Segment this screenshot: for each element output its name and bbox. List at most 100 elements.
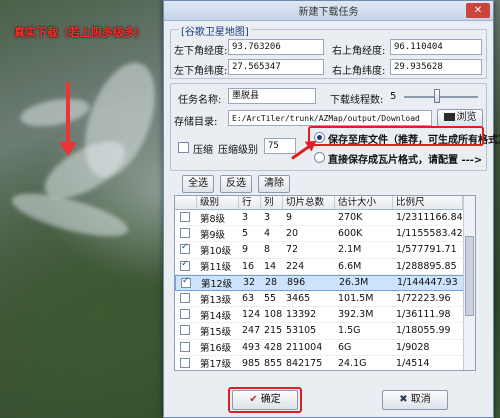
cell-cols: 8 <box>264 244 271 256</box>
row-checkbox-cell <box>175 340 197 355</box>
row-checkbox[interactable] <box>180 325 190 336</box>
ur-lon-label: 右上角经度: <box>332 46 386 57</box>
ll-lon-field[interactable]: 93.763206 <box>228 39 324 55</box>
cell-tiles: 842175 <box>286 357 323 369</box>
table-row[interactable]: 第16级 493 428 211004 6G 1/9028 <box>175 340 475 356</box>
col-header[interactable]: 估计大小 <box>335 196 393 209</box>
cell-scale: 1/72223.96 <box>396 293 451 305</box>
cell-tiles: 9 <box>286 212 293 224</box>
cell-tiles: 72 <box>286 244 299 256</box>
cell-rows: 124 <box>242 309 261 321</box>
table-header: 级别 行 列 切片总数 估计大小 比例尺 <box>175 196 475 210</box>
cell-cols: 108 <box>264 309 283 321</box>
cancel-icon: ✖ <box>399 394 408 405</box>
table-row[interactable]: 第13级 63 55 3465 101.5M 1/72223.96 <box>175 291 475 308</box>
cell-tiles: 13392 <box>286 309 317 321</box>
cell-size: 6.6M <box>338 260 362 272</box>
row-checkbox-cell <box>175 210 197 225</box>
ll-lat-label: 左下角纬度: <box>174 66 228 77</box>
cell-cols: 215 <box>264 325 283 337</box>
ur-lat-field[interactable]: 29.935628 <box>390 59 482 75</box>
threads-slider-track[interactable] <box>404 96 478 98</box>
cell-cols: 4 <box>264 228 271 240</box>
map-annotation-text: 真实下载（若上限多级多） <box>14 26 146 39</box>
browse-button[interactable]: 浏览 <box>437 109 483 127</box>
threads-label: 下载线程数: <box>330 95 384 106</box>
select-all-button[interactable]: 全选 <box>182 175 214 193</box>
cell-level: 第13级 <box>200 294 232 306</box>
table-row[interactable]: 第10级 9 8 72 2.1M 1/577791.71 <box>175 242 475 259</box>
compress-level-field[interactable]: 75 <box>264 138 296 154</box>
row-checkbox[interactable] <box>180 309 190 320</box>
threads-value: 5 <box>390 91 397 102</box>
row-checkbox[interactable] <box>180 341 190 352</box>
task-name-field[interactable]: 墨脱县 <box>228 88 316 104</box>
save-as-tiles-radio[interactable] <box>314 152 325 163</box>
save-dir-label: 存储目录: <box>174 117 218 128</box>
row-checkbox[interactable] <box>180 259 190 271</box>
col-header[interactable]: 列 <box>261 196 283 209</box>
cell-size: 392.3M <box>338 309 374 321</box>
cell-scale: 1/1155583.42 <box>396 228 463 240</box>
row-checkbox[interactable] <box>180 357 190 368</box>
table-row[interactable]: 第17级 985 855 842175 24.1G 1/4514 <box>175 356 475 371</box>
level-table: 级别 行 列 切片总数 估计大小 比例尺 第8级 3 3 9 270K 1/2311166… <box>174 195 476 371</box>
browse-label: 浏览 <box>456 112 477 123</box>
cell-tiles: 3465 <box>286 293 311 305</box>
cell-cols: 55 <box>264 293 277 305</box>
row-checkbox[interactable] <box>180 228 190 239</box>
cell-size: 101.5M <box>338 293 374 305</box>
dialog-title: 新建下载任务 <box>298 7 359 18</box>
row-checkbox[interactable] <box>180 212 190 222</box>
col-header <box>175 196 197 209</box>
cell-scale: 1/144447.93 <box>397 277 458 289</box>
clear-button[interactable]: 清除 <box>258 175 290 193</box>
annotation-highlight-box <box>308 126 484 146</box>
col-header[interactable]: 切片总数 <box>283 196 335 209</box>
compress-label: 压缩 <box>193 145 213 156</box>
map-annotation-arrow <box>59 82 77 156</box>
row-checkbox[interactable] <box>181 276 191 288</box>
col-header[interactable]: 比例尺 <box>393 196 463 209</box>
table-row[interactable]: 第11级 16 14 224 6.6M 1/288895.85 <box>175 259 475 275</box>
table-scrollbar[interactable] <box>463 196 475 370</box>
cell-scale: 1/4514 <box>396 357 430 369</box>
ur-lat-label: 右上角纬度: <box>332 66 386 77</box>
close-button[interactable]: ✕ <box>466 3 490 18</box>
table-row[interactable]: 第15级 247 215 53105 1.5G 1/18055.99 <box>175 323 475 340</box>
cancel-label: 取消 <box>410 394 431 405</box>
cell-rows: 32 <box>243 277 256 289</box>
cell-level: 第12级 <box>201 278 233 290</box>
invert-button[interactable]: 反选 <box>220 175 252 193</box>
cancel-button[interactable]: ✖ 取消 <box>382 390 448 410</box>
scrollbar-thumb[interactable] <box>465 236 474 316</box>
compress-checkbox[interactable] <box>178 142 189 153</box>
cell-scale: 1/18055.99 <box>396 325 451 337</box>
table-row[interactable]: 第9级 5 4 20 600K 1/1155583.42 <box>175 226 475 243</box>
row-checkbox-cell <box>175 291 197 306</box>
new-download-task-dialog: 新建下载任务 ✕ [谷歌卫星地图] 左下角经度: 93.763206 右上角经度… <box>163 0 500 418</box>
source-group-label: [谷歌卫星地图] <box>179 23 251 38</box>
row-checkbox-cell <box>175 259 197 274</box>
row-checkbox[interactable] <box>180 292 190 303</box>
cell-size: 2.1M <box>338 244 362 256</box>
row-checkbox[interactable] <box>180 242 190 255</box>
threads-slider-thumb[interactable] <box>434 89 441 103</box>
table-row[interactable]: 第8级 3 3 9 270K 1/2311166.84 <box>175 210 475 227</box>
cell-level: 第16级 <box>200 343 232 355</box>
table-row[interactable]: 第12级 32 28 896 26.3M 1/144447.93 <box>175 274 475 291</box>
col-header[interactable]: 行 <box>239 196 261 209</box>
task-name-label: 任务名称: <box>178 95 222 106</box>
col-header[interactable]: 级别 <box>197 196 239 209</box>
table-row[interactable]: 第14级 124 108 13392 392.3M 1/36111.98 <box>175 307 475 324</box>
folder-icon <box>443 113 455 121</box>
cell-tiles: 20 <box>286 228 299 240</box>
ur-lon-field[interactable]: 96.110404 <box>390 39 482 55</box>
dialog-titlebar[interactable]: 新建下载任务 ✕ <box>164 1 493 21</box>
save-dir-field[interactable]: E:/ArcTiler/trunk/AZMap/output/Download <box>228 110 432 126</box>
cell-scale: 1/9028 <box>396 341 430 353</box>
ll-lat-field[interactable]: 27.565347 <box>228 59 324 75</box>
ll-lon-label: 左下角经度: <box>174 46 228 57</box>
cell-level: 第17级 <box>200 359 232 371</box>
row-checkbox-cell <box>175 242 197 257</box>
